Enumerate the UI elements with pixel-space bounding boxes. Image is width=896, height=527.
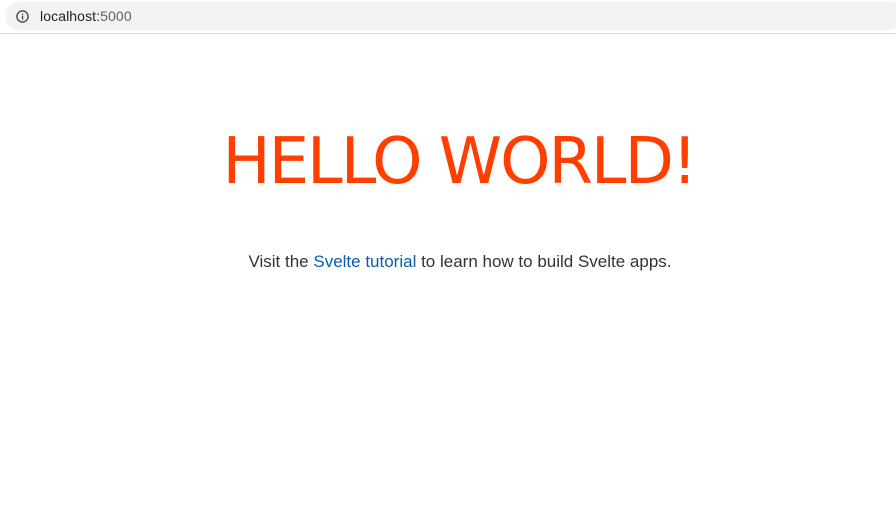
- browser-toolbar: localhost:5000: [0, 0, 896, 34]
- address-url[interactable]: localhost:5000: [40, 8, 132, 24]
- svelte-tutorial-link[interactable]: Svelte tutorial: [313, 252, 416, 271]
- address-bar[interactable]: localhost:5000: [5, 2, 896, 30]
- url-host: localhost:: [40, 8, 101, 24]
- intro-text-before: Visit the: [248, 252, 314, 271]
- page-content: HELLO WORLD! Visit the Svelte tutorial t…: [0, 34, 896, 527]
- url-port: 5000: [100, 8, 132, 24]
- page-title: HELLO WORLD!: [222, 125, 697, 199]
- intro-paragraph: Visit the Svelte tutorial to learn how t…: [0, 250, 896, 274]
- info-icon[interactable]: [16, 9, 29, 23]
- intro-text-after: to learn how to build Svelte apps.: [416, 252, 672, 271]
